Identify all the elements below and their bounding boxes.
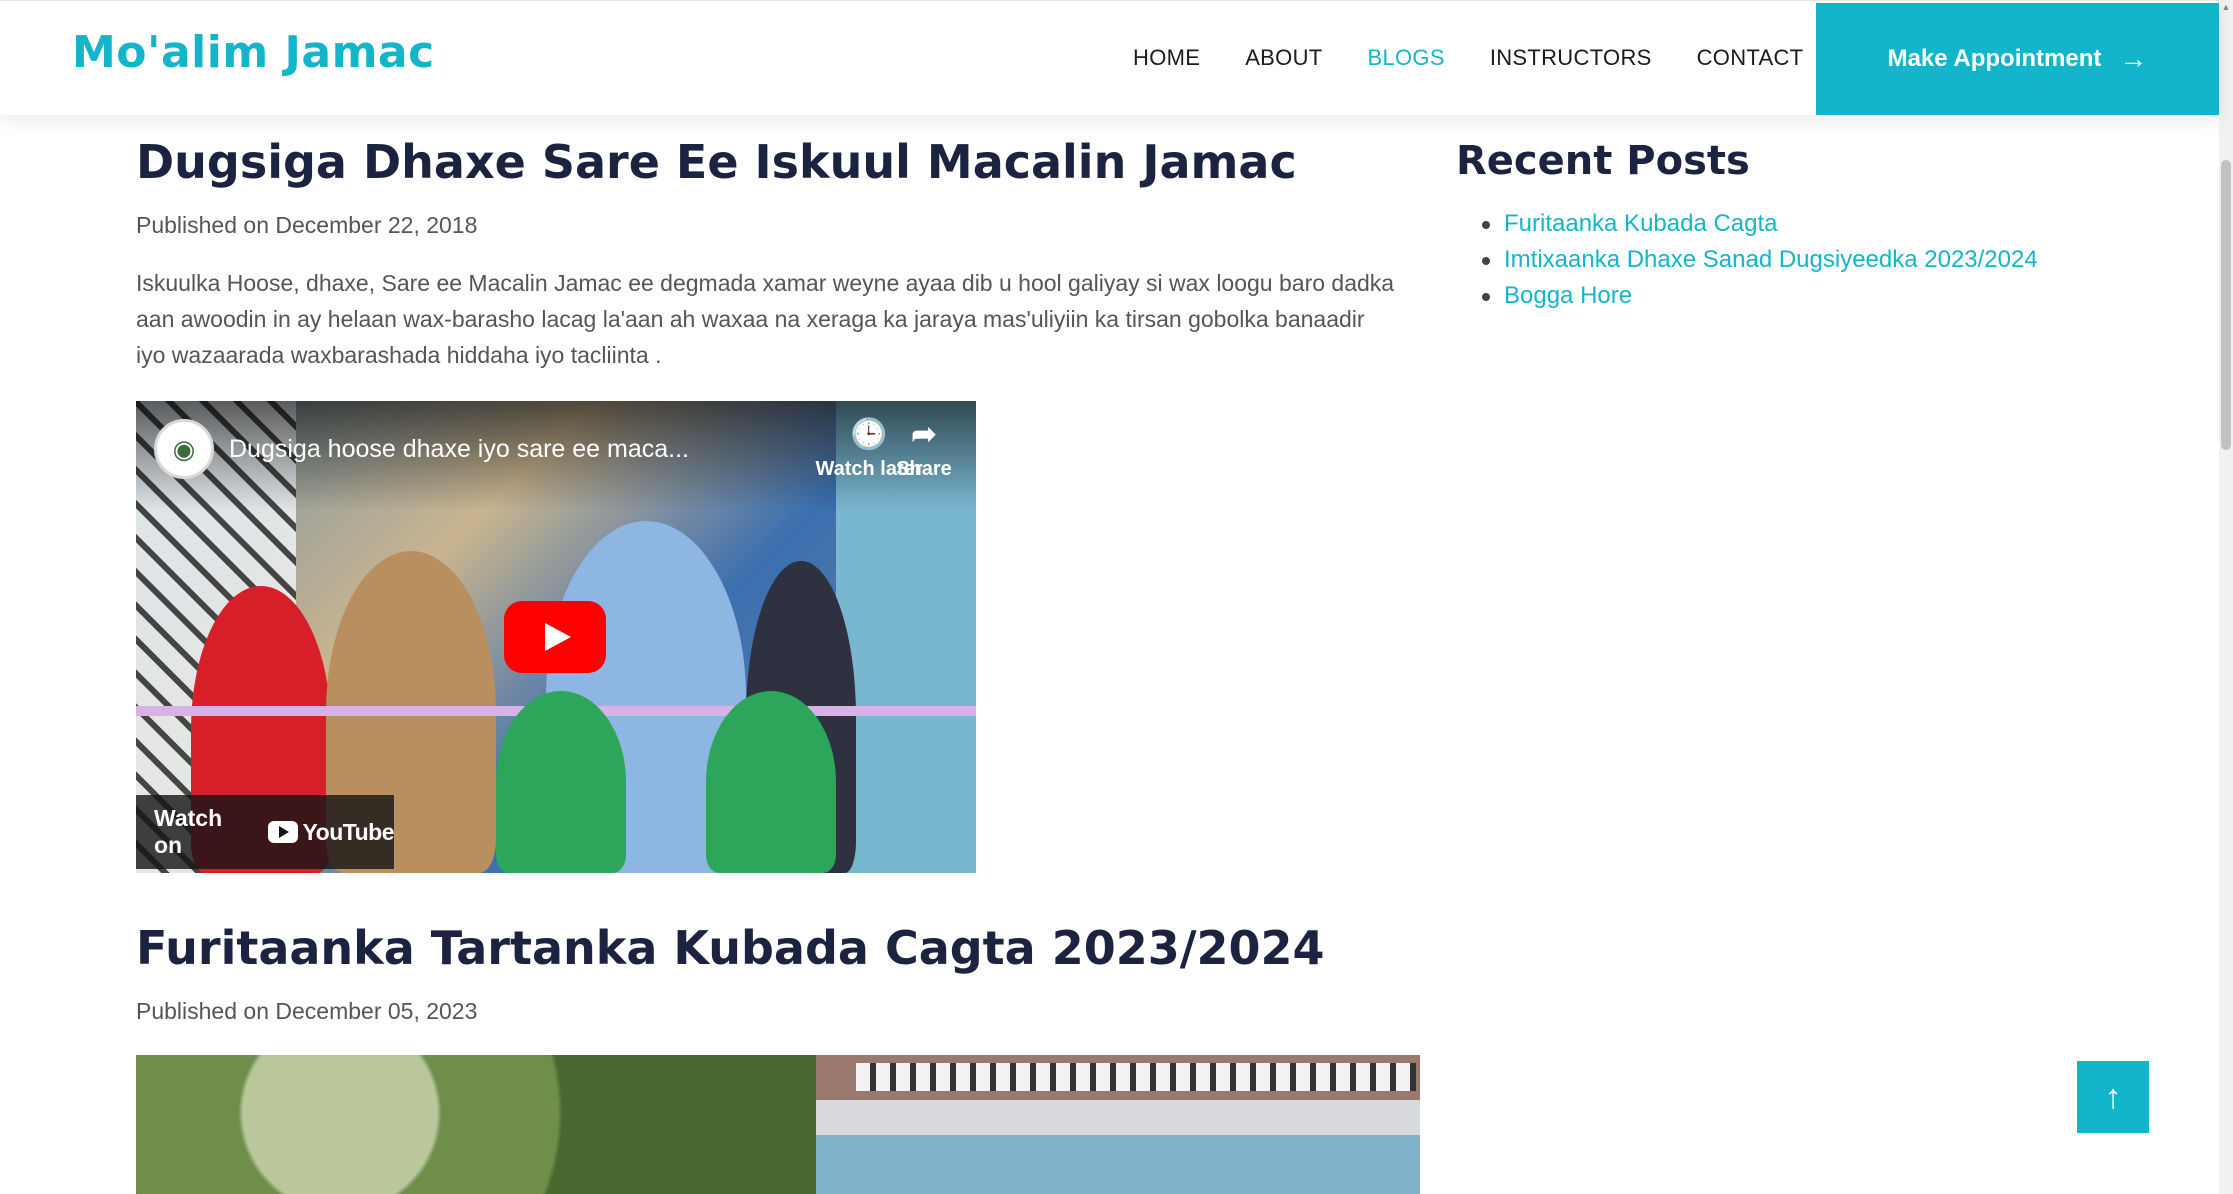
blog-post: Dugsiga Dhaxe Sare Ee Iskuul Macalin Jam… bbox=[136, 135, 1420, 874]
arrow-up-icon: ↑ bbox=[2104, 1077, 2122, 1116]
play-button-icon[interactable] bbox=[504, 601, 606, 674]
nav-instructors[interactable]: INSTRUCTORS bbox=[1490, 45, 1652, 71]
nav-home[interactable]: HOME bbox=[1133, 45, 1200, 71]
recent-post-link[interactable]: Furitaanka Kubada Cagta bbox=[1504, 210, 1778, 237]
post-body: Iskuulka Hoose, dhaxe, Sare ee Macalin J… bbox=[136, 270, 1395, 369]
sidebar-title: Recent Posts bbox=[1456, 138, 1750, 184]
video-person bbox=[706, 691, 836, 874]
back-to-top-button[interactable]: ↑ bbox=[2077, 1061, 2149, 1133]
make-appointment-button[interactable]: Make Appointment → bbox=[1816, 3, 2219, 115]
post-title[interactable]: Furitaanka Tartanka Kubada Cagta 2023/20… bbox=[136, 921, 1420, 976]
watch-on-youtube-button[interactable]: Watch on YouTube bbox=[136, 795, 395, 870]
main-nav: HOME ABOUT BLOGS INSTRUCTORS CONTACT bbox=[1133, 45, 1848, 71]
arrow-right-icon: → bbox=[2119, 43, 2148, 74]
list-item: Imtixaanka Dhaxe Sanad Dugsiyeedka 2023/… bbox=[1482, 242, 2156, 278]
scroll-up-arrow-icon[interactable]: ▲ bbox=[2219, 0, 2233, 14]
video-person bbox=[496, 691, 626, 874]
recent-posts-sidebar: Recent Posts Furitaanka Kubada Cagta Imt… bbox=[1456, 138, 2156, 314]
post-image-wall bbox=[816, 1135, 1420, 1194]
post-image bbox=[136, 1055, 1420, 1194]
site-logo[interactable]: Mo'alim Jamac bbox=[72, 27, 435, 78]
watch-on-label: Watch on bbox=[154, 805, 223, 859]
list-item: Bogga Hore bbox=[1482, 278, 2156, 314]
make-appointment-label: Make Appointment bbox=[1887, 45, 2102, 72]
nav-contact[interactable]: CONTACT bbox=[1697, 45, 1804, 71]
youtube-video-embed[interactable]: ◉ Dugsiga hoose dhaxe iyo sare ee maca..… bbox=[136, 401, 976, 874]
youtube-logo-icon: YouTube bbox=[267, 819, 395, 846]
video-title[interactable]: Dugsiga hoose dhaxe iyo sare ee maca... bbox=[229, 435, 709, 464]
scrollbar-thumb[interactable] bbox=[2221, 160, 2231, 450]
recent-post-link[interactable]: Bogga Hore bbox=[1504, 282, 1632, 309]
nav-about[interactable]: ABOUT bbox=[1245, 45, 1322, 71]
share-button[interactable]: ➦ Share bbox=[869, 417, 976, 481]
site-header: Mo'alim Jamac HOME ABOUT BLOGS INSTRUCTO… bbox=[0, 0, 2219, 115]
share-icon: ➦ bbox=[911, 418, 937, 452]
post-date: Published on December 05, 2023 bbox=[136, 998, 478, 1025]
nav-blogs[interactable]: BLOGS bbox=[1368, 45, 1445, 71]
list-item: Furitaanka Kubada Cagta bbox=[1482, 206, 2156, 242]
post-date: Published on December 22, 2018 bbox=[136, 212, 478, 239]
post-image-tree bbox=[136, 1055, 816, 1194]
blog-main: Dugsiga Dhaxe Sare Ee Iskuul Macalin Jam… bbox=[136, 135, 1420, 1194]
post-title[interactable]: Dugsiga Dhaxe Sare Ee Iskuul Macalin Jam… bbox=[136, 135, 1420, 190]
recent-posts-list: Furitaanka Kubada Cagta Imtixaanka Dhaxe… bbox=[1456, 206, 2156, 314]
blog-post: Furitaanka Tartanka Kubada Cagta 2023/20… bbox=[136, 921, 1420, 1194]
channel-avatar-icon[interactable]: ◉ bbox=[154, 419, 214, 480]
recent-post-link[interactable]: Imtixaanka Dhaxe Sanad Dugsiyeedka 2023/… bbox=[1504, 246, 2038, 273]
post-image-lattice bbox=[856, 1063, 1416, 1092]
share-label: Share bbox=[896, 458, 952, 481]
